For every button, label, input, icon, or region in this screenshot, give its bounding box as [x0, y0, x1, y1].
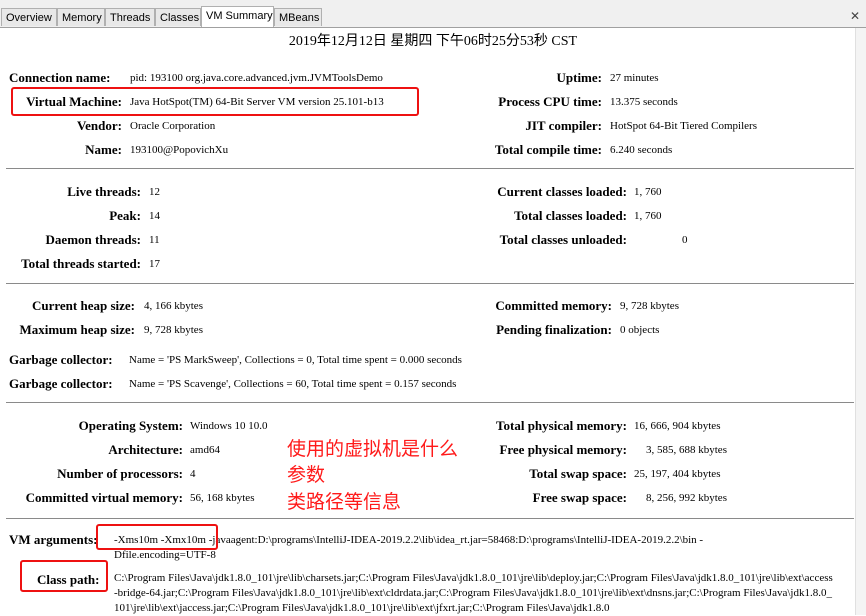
tab-classes[interactable]: Classes [155, 8, 201, 26]
maximum-heap-size-label: Maximum heap size: [19, 322, 135, 337]
peak-value: 14 [149, 210, 160, 222]
uptime-label: Uptime: [556, 70, 603, 85]
separator [6, 283, 854, 284]
pending-finalization-label: Pending finalization: [496, 322, 612, 337]
name-label: Name: [85, 142, 122, 157]
jit-compiler-label: JIT compiler: [525, 118, 602, 133]
committed-memory-label: Committed memory: [495, 298, 612, 313]
total-compile-time-label: Total compile time: [494, 142, 602, 157]
architecture-value: amd64 [190, 444, 220, 456]
vendor-label: Vendor: [76, 118, 122, 133]
number-of-processors-label: Number of processors: [57, 466, 183, 481]
process-cpu-time-value: 13.375 seconds [610, 96, 678, 108]
name-value: 193100@PopovichXu [130, 144, 229, 156]
current-heap-size-value: 4, 166 kbytes [144, 300, 203, 312]
tab-bar: Overview Memory Threads Classes VM Summa… [0, 0, 866, 28]
committed-virtual-memory-label: Committed virtual memory: [25, 490, 183, 505]
separator [6, 518, 854, 519]
vm-arguments-label: VM arguments: [9, 532, 98, 547]
jit-compiler-value: HotSpot 64-Bit Tiered Compilers [610, 120, 757, 132]
separator [6, 402, 854, 403]
annotation-line-1: 使用的虚拟机是什么 [287, 438, 459, 460]
current-classes-loaded-value: 1, 760 [634, 186, 662, 198]
architecture-label: Architecture: [108, 442, 183, 457]
summary-timestamp: 2019年12月12日 星期四 下午06时25分53秒 CST [288, 34, 578, 49]
close-icon[interactable]: ✕ [850, 9, 860, 23]
highlight-box-class-path [20, 560, 108, 592]
total-compile-time-value: 6.240 seconds [610, 144, 673, 156]
vendor-value: Oracle Corporation [130, 120, 216, 132]
total-swap-space-label: Total swap space: [529, 466, 627, 481]
daemon-threads-label: Daemon threads: [45, 232, 141, 247]
daemon-threads-value: 11 [149, 234, 160, 246]
total-swap-space-value: 25, 197, 404 kbytes [634, 468, 721, 480]
garbage-collector-label: Garbage collector: [9, 352, 113, 367]
garbage-collector-value: Name = 'PS MarkSweep', Collections = 0, … [129, 354, 462, 366]
class-path-value: C:\Program Files\Java\jdk1.8.0_101\jre\l… [114, 572, 833, 614]
total-classes-unloaded-label: Total classes unloaded: [499, 232, 627, 247]
maximum-heap-size-value: 9, 728 kbytes [144, 324, 203, 336]
live-threads-value: 12 [149, 186, 160, 198]
committed-memory-value: 9, 728 kbytes [620, 300, 679, 312]
total-classes-loaded-label: Total classes loaded: [514, 208, 627, 223]
peak-label: Peak: [109, 208, 141, 223]
operating-system-label: Operating System: [78, 418, 183, 433]
process-cpu-time-label: Process CPU time: [498, 94, 602, 109]
number-of-processors-value: 4 [190, 468, 196, 480]
total-threads-started-label: Total threads started: [21, 256, 141, 271]
connection-name-value: pid: 193100 org.java.core.advanced.jvm.J… [130, 72, 383, 84]
tab-mbeans[interactable]: MBeans [274, 8, 322, 26]
pending-finalization-value: 0 objects [620, 324, 660, 336]
tab-threads[interactable]: Threads [105, 8, 155, 26]
total-threads-started-value: 17 [149, 258, 160, 270]
total-classes-unloaded-value: 0 [682, 234, 688, 246]
garbage-collector-label: Garbage collector: [9, 376, 113, 391]
total-physical-memory-value: 16, 666, 904 kbytes [634, 420, 721, 432]
tab-overview[interactable]: Overview [1, 8, 57, 26]
current-classes-loaded-label: Current classes loaded: [497, 184, 627, 199]
connection-name-label: Connection name: [9, 70, 111, 85]
committed-virtual-memory-value: 56, 168 kbytes [190, 492, 255, 504]
current-heap-size-label: Current heap size: [31, 298, 135, 313]
garbage-collector-value: Name = 'PS Scavenge', Collections = 60, … [129, 378, 457, 390]
vertical-scrollbar[interactable] [855, 28, 866, 615]
tab-memory[interactable]: Memory [57, 8, 105, 26]
free-swap-space-label: Free swap space: [532, 490, 627, 505]
total-physical-memory-label: Total physical memory: [496, 418, 627, 433]
operating-system-value: Windows 10 10.0 [190, 420, 268, 432]
highlight-box-vm-arguments [96, 524, 218, 550]
free-swap-space-value: 8, 256, 992 kbytes [646, 492, 727, 504]
total-classes-loaded-value: 1, 760 [634, 210, 662, 222]
annotation-line-3: 类路径等信息 [287, 491, 402, 513]
live-threads-label: Live threads: [67, 184, 141, 199]
highlight-box-virtual-machine [11, 87, 419, 116]
free-physical-memory-value: 3, 585, 688 kbytes [646, 444, 727, 456]
annotation-line-2: 参数 [287, 464, 326, 486]
separator [6, 168, 854, 169]
tab-vm-summary[interactable]: VM Summary [201, 6, 274, 27]
free-physical-memory-label: Free physical memory: [499, 442, 627, 457]
uptime-value: 27 minutes [610, 72, 659, 84]
